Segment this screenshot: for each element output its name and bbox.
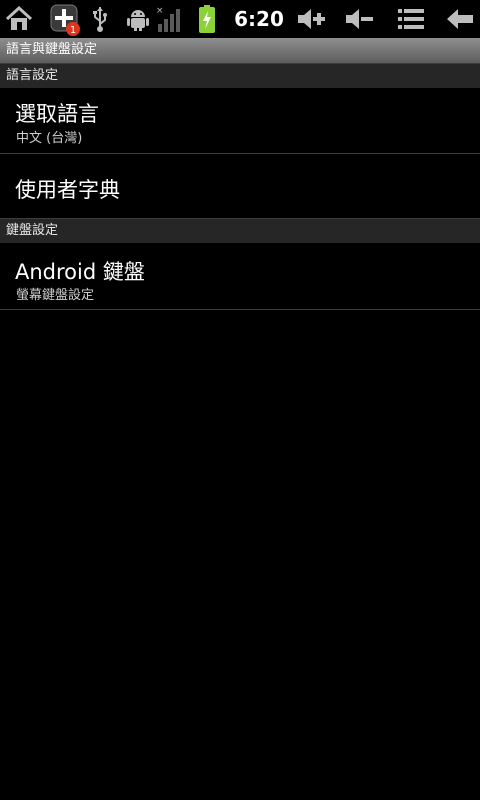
android-keyboard-item[interactable]: Android 鍵盤 螢幕鍵盤設定 [0,244,480,310]
section-header-language: 語言設定 [0,64,480,88]
section-header-label: 鍵盤設定 [6,223,59,238]
title-bar: 語言與鍵盤設定 [0,38,480,64]
svg-text:×: × [156,6,164,16]
section-header-label: 語言設定 [6,68,59,83]
item-summary: 螢幕鍵盤設定 [16,288,95,303]
user-dictionary-item[interactable]: 使用者字典 [0,154,480,219]
status-time: 6:20 [234,7,284,31]
volume-up-icon[interactable] [296,0,328,38]
add-notification-icon[interactable]: 1 [50,0,82,38]
usb-icon [90,0,110,38]
item-title: 選取語言 [15,102,99,126]
back-icon[interactable] [444,0,476,38]
item-title: 使用者字典 [15,178,120,202]
item-title: Android 鍵盤 [15,260,145,284]
home-icon[interactable] [4,0,34,38]
page-title: 語言與鍵盤設定 [6,42,98,57]
volume-down-icon[interactable] [344,0,376,38]
status-bar: 1 × 6:20 [0,0,480,38]
android-debug-icon [126,0,150,38]
menu-icon[interactable] [396,0,426,38]
select-language-item[interactable]: 選取語言 中文 (台灣) [0,88,480,154]
signal-icon: × [156,0,182,38]
section-header-keyboard: 鍵盤設定 [0,219,480,243]
notification-badge-count: 1 [70,25,76,36]
item-summary: 中文 (台灣) [16,131,83,146]
battery-charging-icon [196,0,218,38]
